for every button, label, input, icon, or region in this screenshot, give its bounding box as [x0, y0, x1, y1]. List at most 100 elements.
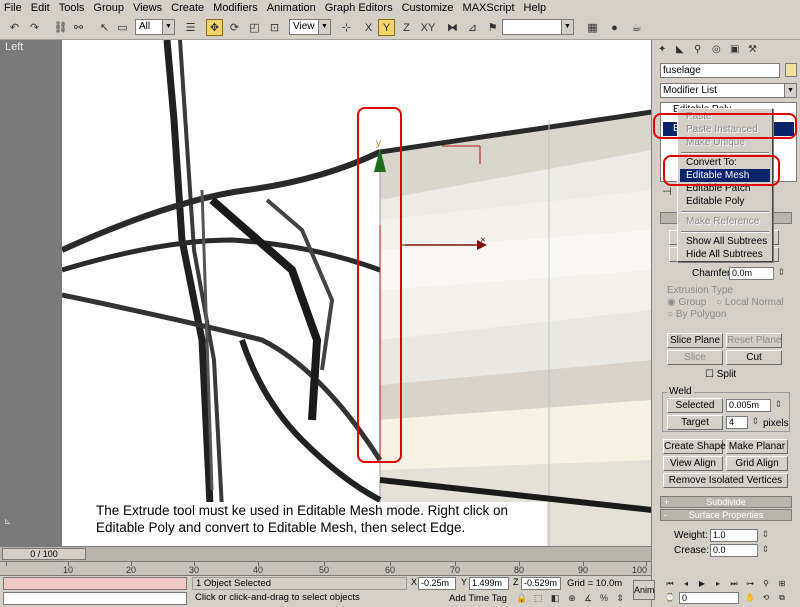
select-and-scale-icon[interactable]: ◰ — [246, 19, 263, 36]
align-icon[interactable]: ⊿ — [464, 19, 481, 36]
region-select-icon[interactable]: ▭ — [114, 19, 131, 36]
render-icon[interactable]: ☕ — [628, 19, 645, 36]
object-name-field[interactable]: fuselage — [660, 63, 780, 78]
group-radio[interactable]: ◉ Group — [667, 297, 706, 308]
go-to-start-icon[interactable]: ⏮ — [664, 578, 676, 590]
menu-item-make-unique[interactable]: Make Unique — [680, 136, 770, 149]
restrict-z-button[interactable]: Z — [398, 19, 415, 36]
named-selection-sets-dropdown[interactable] — [502, 19, 574, 35]
create-shape-button[interactable]: Create Shape — [663, 439, 726, 454]
hierarchy-tab-icon[interactable]: ⚲ — [694, 44, 706, 56]
menu-help[interactable]: Help — [524, 2, 547, 14]
view-align-button[interactable]: View Align — [663, 456, 723, 471]
viewport-left[interactable]: Left y × ⊾ The Extrude tool must ke used… — [0, 40, 651, 546]
by-polygon-radio[interactable]: ○ By Polygon — [667, 309, 726, 320]
pivot-center-icon[interactable]: ⊹ — [338, 19, 355, 36]
unlink-icon[interactable]: ⚯ — [70, 19, 87, 36]
menu-item-editable-mesh[interactable]: Editable Mesh — [680, 169, 770, 182]
menu-item-show-all-subtrees[interactable]: Show All Subtrees — [680, 235, 770, 248]
menu-item-editable-poly[interactable]: Editable Poly — [680, 195, 770, 208]
material-editor-icon[interactable]: ● — [606, 19, 623, 36]
go-to-end-icon[interactable]: ⏭ — [728, 578, 740, 590]
menu-views[interactable]: Views — [133, 2, 162, 14]
menu-item-editable-patch[interactable]: Editable Patch — [680, 182, 770, 195]
pan-icon[interactable]: ✋ — [744, 592, 756, 604]
snap-toggle-icon[interactable]: ⊕ — [566, 592, 578, 604]
redo-icon[interactable]: ↷ — [26, 19, 43, 36]
degradation-override-icon[interactable]: ◧ — [549, 592, 561, 604]
menu-animation[interactable]: Animation — [267, 2, 316, 14]
utilities-tab-icon[interactable]: ⚒ — [748, 44, 760, 56]
select-and-move-icon[interactable]: ✥ — [206, 19, 223, 36]
percent-snap-icon[interactable]: % — [598, 592, 610, 604]
weld-threshold-spinner[interactable]: 0.005m — [726, 399, 782, 412]
viewport-scene[interactable]: y × — [62, 40, 651, 546]
slice-button[interactable]: Slice — [667, 350, 723, 365]
mirror-icon[interactable]: ⧓ — [444, 19, 461, 36]
time-slider[interactable]: 0 / 100 — [2, 548, 86, 560]
menu-edit[interactable]: Edit — [31, 2, 50, 14]
current-frame-field[interactable]: 0 — [679, 592, 739, 604]
menu-create[interactable]: Create — [171, 2, 204, 14]
z-coord-field[interactable]: -0.529m — [521, 577, 561, 590]
menu-modifiers[interactable]: Modifiers — [213, 2, 258, 14]
surface-properties-rollout-title[interactable]: - Surface Properties — [660, 509, 792, 521]
arc-rotate-icon[interactable]: ⟲ — [760, 592, 772, 604]
slice-plane-button[interactable]: Slice Plane — [667, 333, 723, 348]
menu-graph-editors[interactable]: Graph Editors — [325, 2, 393, 14]
weld-selected-button[interactable]: Selected — [667, 398, 723, 413]
menu-item-make-reference[interactable]: Make Reference — [680, 215, 770, 228]
menu-file[interactable]: File — [4, 2, 22, 14]
angle-snap-icon[interactable]: ∡ — [582, 592, 594, 604]
x-coord-field[interactable]: -0.25m — [418, 577, 456, 590]
spinner-snap-icon[interactable]: ⇕ — [614, 592, 626, 604]
select-object-icon[interactable]: ↖ — [96, 19, 113, 36]
menu-customize[interactable]: Customize — [402, 2, 454, 14]
weight-spinner[interactable]: 1.0 — [710, 529, 769, 542]
lock-selection-icon[interactable]: 🔒 — [516, 592, 528, 604]
modify-tab-icon[interactable]: ◣ — [676, 44, 688, 56]
play-icon[interactable]: ▶ — [696, 578, 708, 590]
split-checkbox[interactable]: ☐ Split — [705, 369, 736, 380]
restrict-y-button[interactable]: Y — [378, 19, 395, 36]
restrict-xy-button[interactable]: XY — [418, 19, 438, 36]
motion-tab-icon[interactable]: ◎ — [712, 44, 724, 56]
pin-stack-icon[interactable]: ⊣ — [660, 185, 674, 198]
zoom-icon[interactable]: ⚲ — [760, 578, 772, 590]
maximize-viewport-icon[interactable]: ⧉ — [776, 592, 788, 604]
remove-isolated-vertices-button[interactable]: Remove Isolated Vertices — [663, 473, 788, 488]
undo-icon[interactable]: ↶ — [6, 19, 23, 36]
maxscript-listener-output[interactable] — [3, 577, 187, 590]
cut-button[interactable]: Cut — [726, 350, 782, 365]
reset-plane-button[interactable]: Reset Plane — [726, 333, 782, 348]
select-and-link-icon[interactable]: ⛓ — [52, 19, 69, 36]
track-bar[interactable]: 10 20 30 40 50 60 70 80 90 100 — [0, 561, 651, 576]
pivot-icon[interactable]: ⊡ — [266, 19, 283, 36]
menu-item-hide-all-subtrees[interactable]: Hide All Subtrees — [680, 248, 770, 261]
restrict-x-button[interactable]: X — [360, 19, 377, 36]
maxscript-listener-input[interactable] — [3, 592, 187, 605]
menu-group[interactable]: Group — [93, 2, 124, 14]
weld-target-button[interactable]: Target — [667, 415, 723, 430]
named-selection-icon[interactable]: ⚑ — [484, 19, 501, 36]
make-planar-button[interactable]: Make Planar — [726, 439, 788, 454]
crease-spinner[interactable]: 0.0 — [710, 544, 769, 557]
create-tab-icon[interactable]: ✦ — [658, 44, 670, 56]
menu-tools[interactable]: Tools — [59, 2, 85, 14]
menu-item-paste-instanced[interactable]: Paste Instanced — [680, 123, 770, 136]
chamfer-spinner[interactable]: 0.0m — [729, 267, 785, 280]
add-time-tag-button[interactable]: Add Time Tag — [449, 592, 507, 605]
reference-coordinate-dropdown[interactable]: View — [289, 19, 331, 35]
y-coord-field[interactable]: 1.499m — [469, 577, 509, 590]
next-frame-icon[interactable]: ▸ — [712, 578, 724, 590]
animate-toggle-button[interactable]: Anim — [633, 580, 655, 600]
display-tab-icon[interactable]: ▣ — [730, 44, 742, 56]
select-by-name-icon[interactable]: ☰ — [182, 19, 199, 36]
weld-pixels-spinner[interactable]: 4 — [726, 416, 759, 429]
selection-filter-dropdown[interactable]: All — [135, 19, 175, 35]
grid-align-button[interactable]: Grid Align — [726, 456, 788, 471]
key-mode-icon[interactable]: ⊶ — [744, 578, 756, 590]
local-normal-radio[interactable]: ○ Local Normal — [716, 297, 784, 308]
crossing-selection-icon[interactable]: ⬚ — [532, 592, 544, 604]
zoom-all-icon[interactable]: ⊞ — [776, 578, 788, 590]
